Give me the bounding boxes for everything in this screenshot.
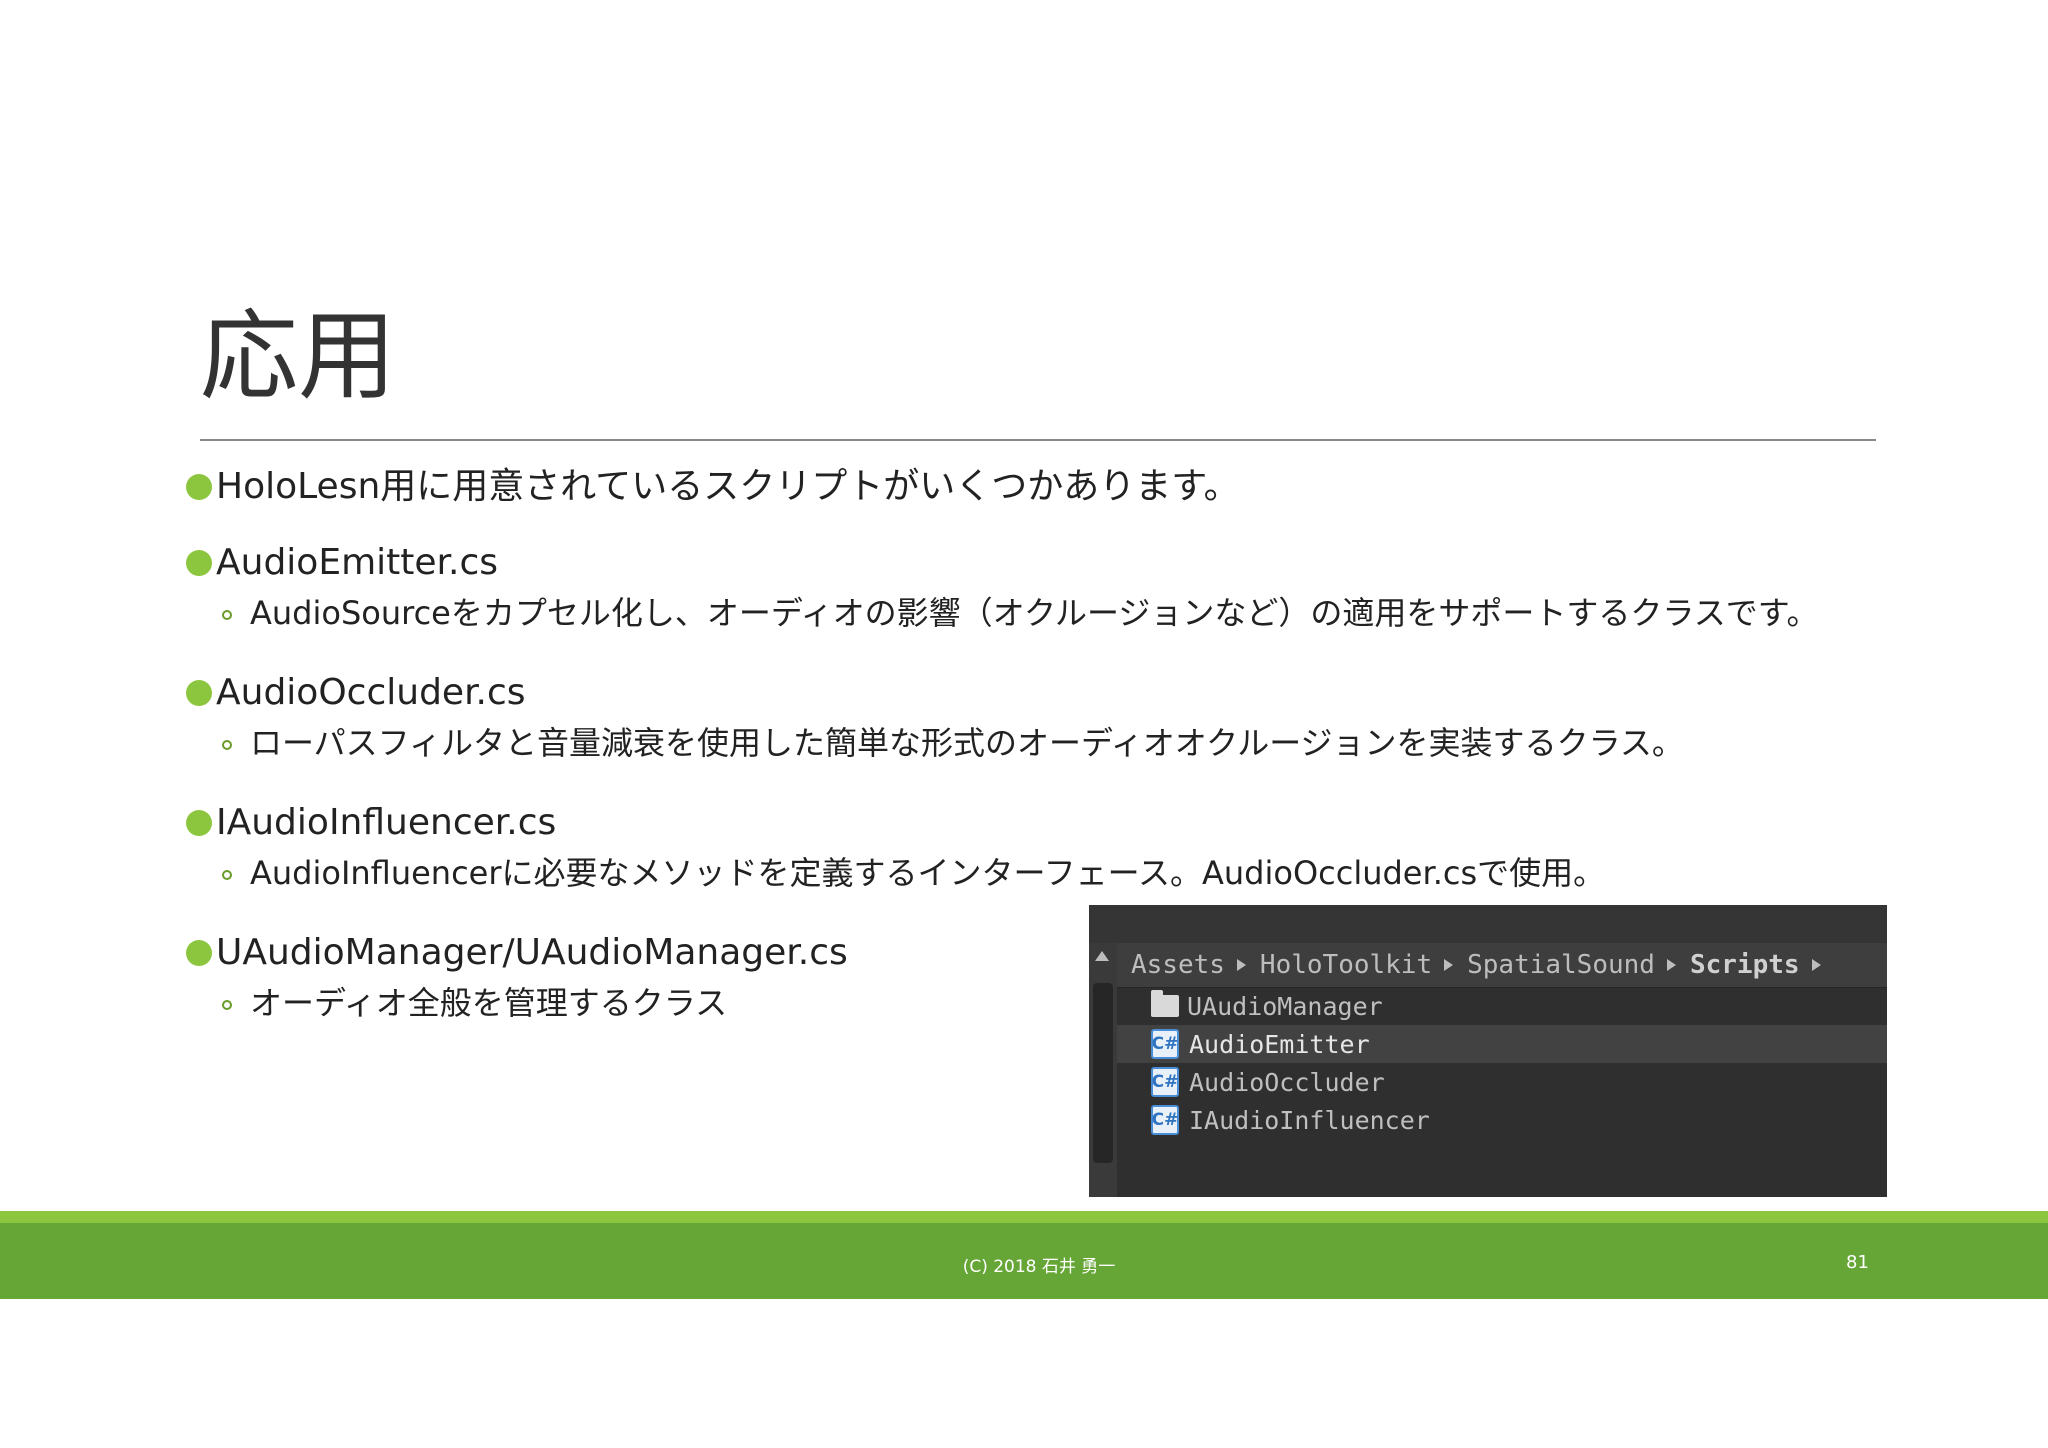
- asset-label: AudioOccluder: [1189, 1067, 1385, 1097]
- breadcrumb-assets[interactable]: Assets: [1131, 950, 1225, 980]
- footer-copyright: (C) 2018 石井 勇一: [962, 1257, 1116, 1277]
- page-number: 81: [1846, 1252, 1869, 1273]
- scrollbar-thumb[interactable]: [1093, 983, 1113, 1163]
- breadcrumb-scripts[interactable]: Scripts: [1690, 950, 1800, 980]
- bullet-dot-icon: [186, 940, 212, 966]
- folder-icon: [1151, 990, 1179, 1017]
- scroll-up-arrow-icon[interactable]: [1095, 951, 1109, 961]
- asset-item-uaudiomanager[interactable]: UAudioManager: [1117, 987, 1887, 1025]
- bullet-item: IAudioInfluencer.cs AudioInfluencerに必要なメ…: [186, 798, 1906, 898]
- asset-label: IAudioInfluencer: [1189, 1105, 1430, 1135]
- sub-bullet-text: AudioSourceをカプセル化し、オーディオの影響（オクルージョンなど）の適…: [250, 594, 1819, 632]
- breadcrumb-arrow-icon: [1444, 959, 1454, 971]
- breadcrumb-arrow-icon: [1666, 959, 1676, 971]
- bullet-item: HoloLesn用に用意されているスクリプトがいくつかあります。: [186, 462, 1906, 512]
- title-divider: [200, 439, 1876, 441]
- sub-bullet-icon: [222, 1000, 232, 1010]
- sub-bullet-text: AudioInfluencerに必要なメソッドを定義するインターフェース。Aud…: [250, 854, 1606, 892]
- unity-project-panel-screenshot: Assets HoloToolkit SpatialSound Scripts …: [1089, 905, 1887, 1197]
- breadcrumb-arrow-icon: [1811, 959, 1821, 971]
- bullet-dot-icon: [186, 680, 212, 706]
- sub-bullet-text: ローパスフィルタと音量減衰を使用した簡単な形式のオーディオオクルージョンを実装す…: [250, 724, 1684, 762]
- breadcrumb: Assets HoloToolkit SpatialSound Scripts: [1117, 943, 1887, 988]
- bullet-text: IAudioInfluencer.cs: [216, 802, 557, 843]
- bullet-text: AudioEmitter.cs: [216, 542, 499, 583]
- bullet-dot-icon: [186, 810, 212, 836]
- bullet-item: AudioOccluder.cs ローパスフィルタと音量減衰を使用した簡単な形式…: [186, 668, 1906, 768]
- slide-title: 応用: [200, 300, 397, 414]
- bullet-dot-icon: [186, 550, 212, 576]
- csharp-script-icon: C#: [1151, 1067, 1179, 1097]
- sub-bullet-icon: [222, 610, 232, 620]
- asset-item-audiooccluder[interactable]: C# AudioOccluder: [1117, 1063, 1887, 1101]
- asset-list: UAudioManager C# AudioEmitter C# AudioOc…: [1117, 987, 1887, 1139]
- bullet-text: HoloLesn用に用意されているスクリプトがいくつかあります。: [216, 466, 1240, 507]
- bullet-dot-icon: [186, 474, 212, 500]
- breadcrumb-holotoolkit[interactable]: HoloToolkit: [1260, 950, 1432, 980]
- footer-accent-stripe: [0, 1211, 2048, 1223]
- csharp-script-icon: C#: [1151, 1029, 1179, 1059]
- breadcrumb-spatialsound[interactable]: SpatialSound: [1467, 950, 1655, 980]
- sub-bullet-icon: [222, 870, 232, 880]
- asset-item-iaudioinfluencer[interactable]: C# IAudioInfluencer: [1117, 1101, 1887, 1139]
- panel-toolbar: [1089, 905, 1887, 944]
- asset-label: AudioEmitter: [1189, 1029, 1370, 1059]
- breadcrumb-arrow-icon: [1236, 959, 1246, 971]
- bullet-text: AudioOccluder.cs: [216, 672, 526, 713]
- sub-bullet-text: オーディオ全般を管理するクラス: [250, 984, 728, 1022]
- asset-label: UAudioManager: [1187, 991, 1383, 1021]
- bullet-item: AudioEmitter.cs AudioSourceをカプセル化し、オーディオ…: [186, 538, 1906, 638]
- csharp-script-icon: C#: [1151, 1105, 1179, 1135]
- sub-bullet-icon: [222, 740, 232, 750]
- scrollbar[interactable]: [1089, 943, 1117, 1197]
- bullet-text: UAudioManager/UAudioManager.cs: [216, 932, 848, 973]
- asset-item-audioemitter[interactable]: C# AudioEmitter: [1117, 1025, 1887, 1063]
